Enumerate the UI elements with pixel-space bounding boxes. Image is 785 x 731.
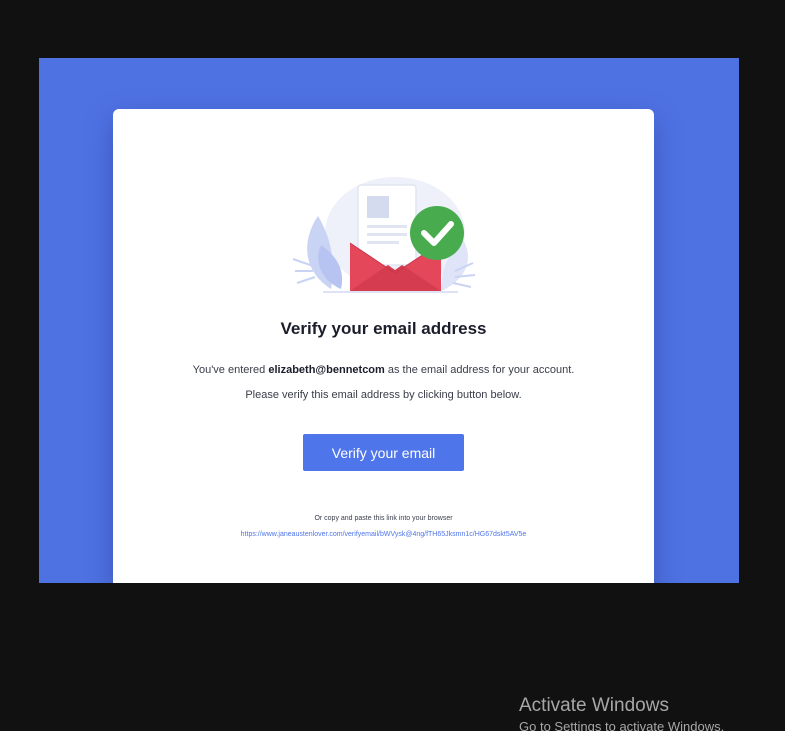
verify-instruction: Please verify this email address by clic…: [245, 389, 522, 401]
entered-prefix: You've entered: [192, 364, 269, 376]
screen: Verify your email address You've entered…: [0, 0, 785, 731]
checkmark-icon: [410, 206, 464, 260]
watermark-title: Activate Windows: [519, 695, 669, 716]
email-entered-text: You've entered elizabeth@bennetcom as th…: [113, 364, 654, 376]
activate-windows-watermark: Activate Windows Go to Settings to activ…: [519, 694, 785, 731]
page-title: Verify your email address: [280, 319, 487, 338]
document-icon: [357, 184, 417, 266]
verify-email-button[interactable]: Verify your email: [303, 434, 464, 471]
verification-link[interactable]: https://www.janeaustenlover.com/verifyem…: [113, 531, 654, 538]
copy-link-note: Or copy and paste this link into your br…: [314, 515, 453, 522]
entered-suffix: as the email address for your account.: [384, 364, 575, 376]
watermark-subtitle: Go to Settings to activate Windows.: [519, 719, 725, 731]
email-preview-image: Verify your email address You've entered…: [39, 58, 739, 583]
verify-email-illustration: [292, 177, 476, 293]
email-card: Verify your email address You've entered…: [113, 109, 654, 583]
email-address: elizabeth@bennetcom: [268, 364, 385, 376]
